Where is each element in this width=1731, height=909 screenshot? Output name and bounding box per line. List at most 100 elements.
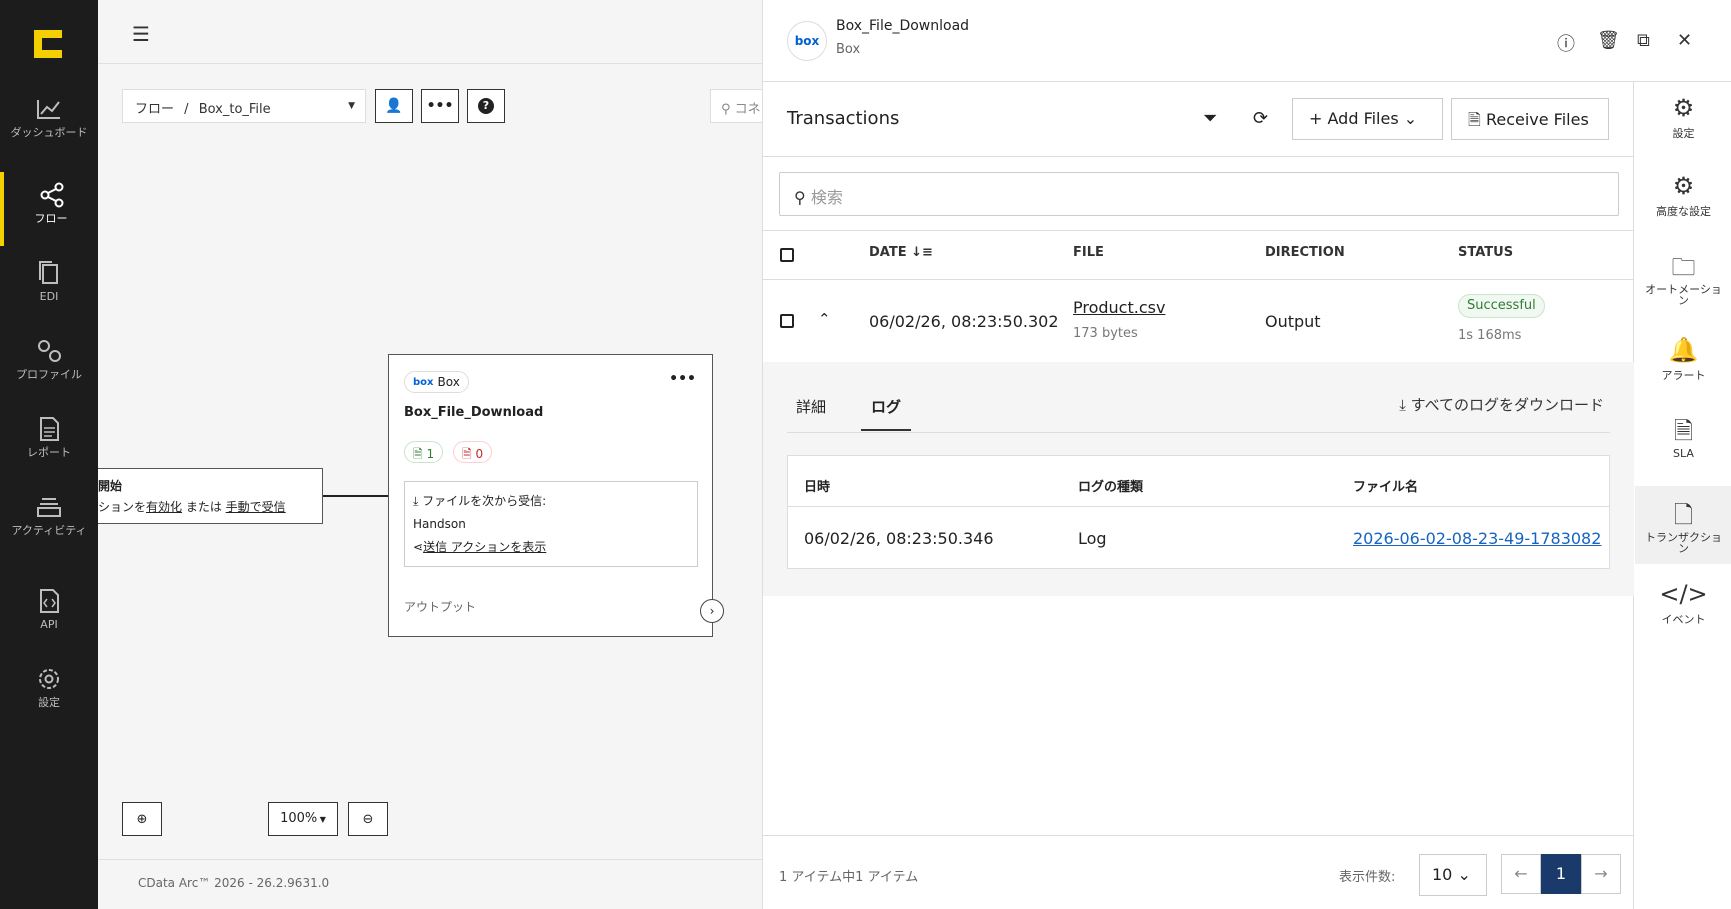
search-placeholder: 検索 (810, 188, 843, 207)
tab-logs[interactable]: ログ (861, 396, 912, 431)
row-file-size: 173 bytes (1073, 326, 1138, 341)
sidebar-item-label: ダッシュボード (10, 126, 88, 139)
close-icon[interactable]: ✕ (1677, 30, 1692, 51)
refresh-icon[interactable]: ⟳ (1253, 108, 1268, 129)
sidebar-item-edi[interactable]: EDI (0, 250, 98, 324)
box-connector-node[interactable]: box Box ••• Box_File_Download 🗎 1 🗎 0 ⤓ … (388, 354, 724, 637)
column-header-direction[interactable]: DIRECTION (1265, 245, 1345, 260)
tab-details[interactable]: 詳細 (796, 396, 826, 417)
right-nav-events[interactable]: </> イベント (1635, 568, 1731, 642)
gears-icon: ⚙ (1672, 172, 1695, 200)
help-button[interactable]: ? (467, 89, 505, 123)
file-success-icon: 🗎 (413, 447, 427, 461)
search-input[interactable]: ⚲ 検索 (779, 172, 1619, 216)
trash-icon[interactable]: 🗑 (1597, 30, 1620, 51)
file-chart-icon: 🗎 (1673, 417, 1694, 445)
menu-icon[interactable]: ☰ (132, 22, 150, 46)
column-header-file[interactable]: FILE (1073, 245, 1104, 260)
log-table: 日時 ログの種類 ファイル名 06/02/26, 08:23:50.346 Lo… (787, 455, 1610, 569)
enable-link[interactable]: 有効化 (146, 500, 182, 514)
right-nav: ⚙ 設定 ⚙ 高度な設定 🗀 オートメーション 🔔 アラート 🗎 SLA 🗋 トランザクショ… (1635, 82, 1731, 909)
column-header-date[interactable]: DATE ↓≡ (869, 245, 933, 260)
sidebar-item-api[interactable]: API (0, 578, 98, 652)
right-nav-label: オートメーション (1645, 283, 1722, 307)
sidebar-item-label: 設定 (38, 696, 60, 709)
output-port-chevron-icon[interactable]: › (700, 599, 724, 623)
gear-icon (39, 669, 59, 689)
success-count-badge[interactable]: 🗎 1 (404, 441, 444, 463)
zoom-level-select[interactable]: 100% ▼ (268, 802, 338, 836)
cdata-logo[interactable] (30, 26, 66, 62)
right-nav-advanced[interactable]: ⚙ 高度な設定 (1635, 160, 1731, 234)
row-duration: 1s 168ms (1458, 328, 1522, 343)
right-nav-transactions[interactable]: 🗋 トランザクション (1635, 486, 1731, 564)
manual-receive-link[interactable]: 手動で受信 (226, 500, 286, 514)
sidebar-item-reports[interactable]: レポート (0, 406, 98, 480)
user-icon: 👤 (385, 98, 403, 114)
zoom-in-button[interactable]: ⊕ (122, 802, 162, 836)
flow-canvas[interactable]: ☰ フロー / Box_to_File ▼ 👤 ••• ? ⚲ コネ 開始 ショ… (98, 0, 770, 909)
per-page-select[interactable]: 10 ⌄ (1419, 854, 1487, 896)
start-node[interactable]: 開始 ションを有効化 または 手動で受信 (98, 468, 323, 524)
version-text: CData Arc™ 2026 - 26.2.9631.0 (138, 876, 330, 890)
divider (787, 432, 1610, 433)
zoom-out-button[interactable]: ⊖ (348, 802, 388, 836)
page-button[interactable]: 1 (1541, 854, 1581, 894)
canvas-search-input[interactable]: ⚲ コネ (710, 89, 770, 123)
receive-files-button[interactable]: 🗎 Receive Files (1451, 98, 1609, 140)
collapse-chevron-icon[interactable]: ⌃ (818, 310, 831, 328)
row-file-link[interactable]: Product.csv (1073, 298, 1165, 317)
sidebar-item-label: アクティビティ (11, 524, 87, 537)
receive-files-label: Receive Files (1485, 110, 1589, 129)
canvas-search-placeholder: コネ (734, 102, 761, 117)
external-link-icon[interactable]: ⧉ (1637, 30, 1650, 51)
row-checkbox[interactable] (780, 314, 794, 328)
more-options-button[interactable]: ••• (421, 89, 459, 123)
send-action-link[interactable]: 送信 アクションを表示 (423, 540, 546, 554)
node-menu-icon[interactable]: ••• (669, 371, 696, 387)
sidebar-item-settings[interactable]: 設定 (0, 656, 98, 730)
plus-icon: + (1309, 109, 1328, 128)
sidebar-item-label: フロー (34, 212, 68, 225)
right-nav-label: 高度な設定 (1656, 205, 1711, 218)
box-logo: box (787, 21, 827, 61)
sidebar-item-profile[interactable]: プロファイル (0, 328, 98, 402)
connector-type-chip: box Box (404, 371, 469, 393)
prev-page-button[interactable]: ← (1501, 854, 1541, 894)
filter-icon[interactable]: ⏷ (1203, 108, 1217, 129)
search-icon: ⚲ (794, 188, 811, 207)
log-column-time: 日時 (804, 480, 831, 495)
ellipsis-icon: ••• (426, 98, 454, 114)
next-page-button[interactable]: → (1581, 854, 1621, 894)
right-nav-settings[interactable]: ⚙ 設定 (1635, 82, 1731, 156)
breadcrumb-root[interactable]: フロー (135, 102, 174, 117)
download-all-logs-button[interactable]: ⤓ すべてのログをダウンロード (1399, 394, 1604, 415)
canvas-footer: CData Arc™ 2026 - 26.2.9631.0 (98, 859, 762, 909)
log-file-link[interactable]: 2026-06-02-08-23-49-1783082 (1353, 529, 1601, 548)
flow-breadcrumb[interactable]: フロー / Box_to_File ▼ (122, 89, 366, 123)
right-nav-label: SLA (1673, 447, 1694, 460)
sidebar: ダッシュボード フロー EDI プロファイル レポート アクティビティ API … (0, 0, 98, 909)
chart-line-icon (37, 100, 60, 119)
status-badge: Successful (1458, 294, 1545, 318)
sidebar-item-activity[interactable]: アクティビティ (0, 484, 98, 558)
right-nav-automation[interactable]: 🗀 オートメーション (1635, 238, 1731, 312)
sidebar-item-dashboard[interactable]: ダッシュボード (0, 86, 98, 160)
arrow-left-icon: ← (1514, 864, 1528, 883)
help-circle-icon[interactable]: ⓘ (1557, 30, 1575, 56)
select-all-checkbox[interactable] (780, 248, 794, 262)
add-files-label: Add Files (1327, 109, 1399, 128)
chevron-down-icon[interactable]: ▼ (348, 101, 355, 111)
right-nav-sla[interactable]: 🗎 SLA (1635, 402, 1731, 476)
connector-panel: box Box_File_Download Box ⓘ 🗑 ⧉ ✕ Transa… (762, 0, 1731, 909)
sidebar-item-flow[interactable]: フロー (0, 172, 98, 246)
sort-desc-icon[interactable]: ↓≡ (907, 245, 933, 260)
error-count-badge[interactable]: 🗎 0 (453, 441, 493, 463)
caret-down-icon: ▼ (317, 815, 326, 824)
column-header-status[interactable]: STATUS (1458, 245, 1513, 260)
user-button[interactable]: 👤 (375, 89, 413, 123)
right-nav-alerts[interactable]: 🔔 アラート (1635, 324, 1731, 398)
output-label: アウトプット (404, 600, 477, 614)
zoom-out-icon: ⊖ (362, 811, 374, 827)
add-files-button[interactable]: + Add Files ⌄ (1292, 98, 1443, 140)
